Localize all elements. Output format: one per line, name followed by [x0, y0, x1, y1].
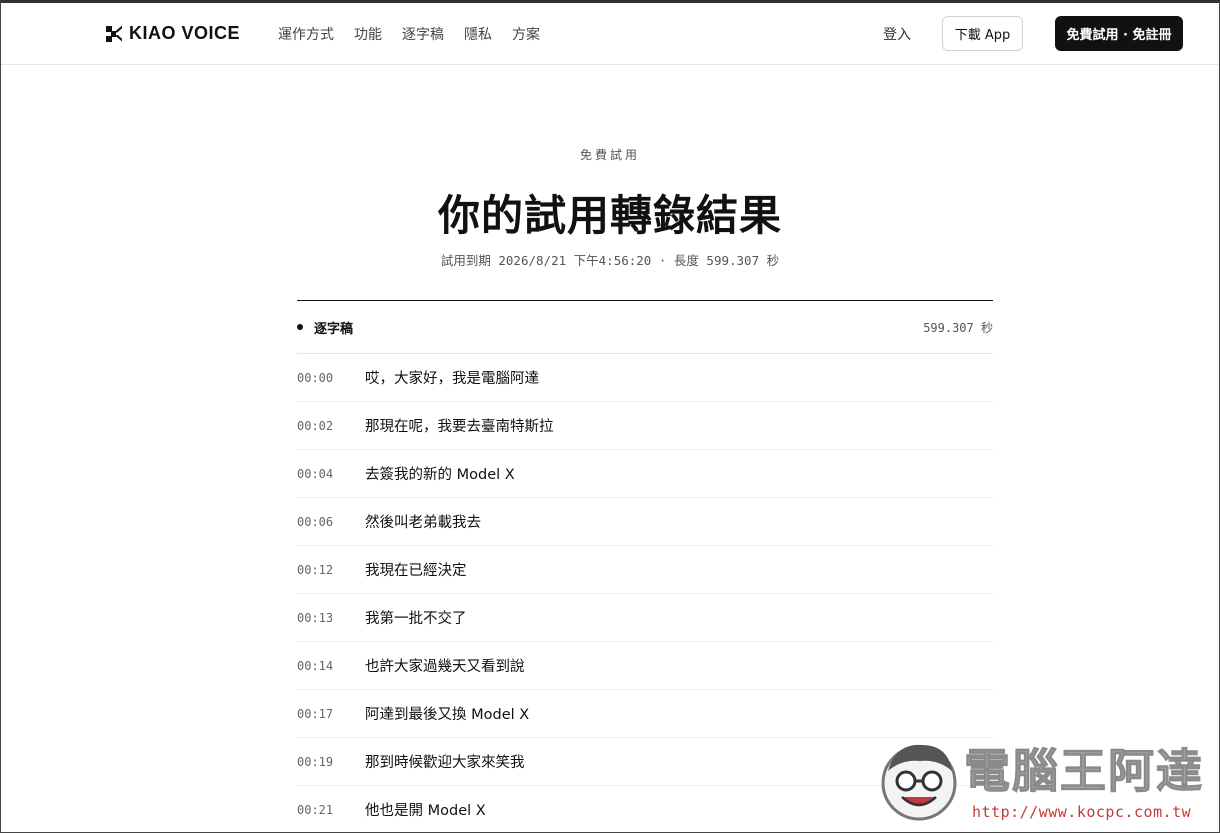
main-nav: 運作方式 功能 逐字稿 隱私 方案 — [278, 24, 540, 44]
transcript-row[interactable]: 00:17 阿達到最後又換 Model X — [297, 690, 993, 738]
timestamp: 00:04 — [297, 466, 334, 481]
transcript-text: 他也是開 Model X — [365, 803, 486, 819]
top-navbar: KIAO VOICE 運作方式 功能 逐字稿 隱私 方案 登入 下載 App 免… — [0, 0, 1220, 65]
transcript-text: 我現在已經決定 — [365, 563, 467, 579]
watermark-title: 電腦王阿達 — [964, 744, 1204, 799]
nav-transcript[interactable]: 逐字稿 — [402, 24, 444, 44]
download-app-button[interactable]: 下載 App — [942, 16, 1023, 51]
timestamp: 00:21 — [297, 802, 334, 817]
transcript-row[interactable]: 00:00 哎，大家好，我是電腦阿達 — [297, 354, 993, 402]
timestamp: 00:17 — [297, 706, 334, 721]
nav-privacy[interactable]: 隱私 — [464, 24, 492, 44]
transcript-header: 逐字稿 599.307 秒 — [297, 301, 993, 354]
bullet-icon — [297, 324, 303, 330]
mascot-face-icon — [881, 744, 957, 821]
timestamp: 00:06 — [297, 514, 334, 529]
transcript-text: 去簽我的新的 Model X — [365, 467, 515, 483]
transcript-text: 那現在呢，我要去臺南特斯拉 — [365, 419, 554, 435]
timestamp: 00:14 — [297, 658, 334, 673]
trial-meta: 試用到期 2026/8/21 下午4:56:20 · 長度 599.307 秒 — [440, 253, 780, 268]
watermark: 電腦王阿達 http://www.kocpc.com.tw — [876, 735, 1214, 827]
timestamp: 00:19 — [297, 754, 334, 769]
timestamp: 00:00 — [297, 370, 334, 385]
timestamp: 00:02 — [297, 418, 334, 433]
transcript-row[interactable]: 00:04 去簽我的新的 Model X — [297, 450, 993, 498]
transcript-title: 逐字稿 — [314, 321, 354, 337]
timestamp: 00:12 — [297, 562, 334, 577]
transcript-row[interactable]: 00:02 那現在呢，我要去臺南特斯拉 — [297, 402, 993, 450]
logo-text: KIAO VOICE — [129, 23, 241, 43]
logo-mark-icon — [106, 25, 122, 42]
transcript-duration: 599.307 秒 — [923, 320, 993, 335]
transcript-text: 我第一批不交了 — [365, 611, 467, 627]
page-title: 你的試用轉錄結果 — [437, 191, 782, 240]
eyebrow-label: 免費試用 — [579, 148, 640, 162]
transcript-text: 然後叫老弟載我去 — [365, 515, 481, 531]
transcript-row[interactable]: 00:13 我第一批不交了 — [297, 594, 993, 642]
watermark-url: http://www.kocpc.com.tw — [972, 803, 1192, 821]
nav-how-it-works[interactable]: 運作方式 — [278, 24, 334, 44]
transcript-row[interactable]: 00:14 也許大家過幾天又看到說 — [297, 642, 993, 690]
transcript-row[interactable]: 00:12 我現在已經決定 — [297, 546, 993, 594]
transcript-text: 那到時候歡迎大家來笑我 — [365, 755, 525, 771]
transcript-text: 阿達到最後又換 Model X — [365, 707, 530, 723]
login-link[interactable]: 登入 — [883, 24, 911, 44]
kiao-voice-logo[interactable]: KIAO VOICE — [106, 23, 240, 44]
free-trial-button[interactable]: 免費試用 · 免註冊 — [1055, 16, 1183, 51]
nav-features[interactable]: 功能 — [354, 24, 382, 44]
timestamp: 00:13 — [297, 610, 334, 625]
nav-plans[interactable]: 方案 — [512, 24, 540, 44]
transcript-label: 逐字稿 — [297, 318, 353, 337]
transcript-text: 哎，大家好，我是電腦阿達 — [365, 371, 539, 387]
transcript-row[interactable]: 00:06 然後叫老弟載我去 — [297, 498, 993, 546]
transcript-text: 也許大家過幾天又看到說 — [365, 659, 525, 675]
